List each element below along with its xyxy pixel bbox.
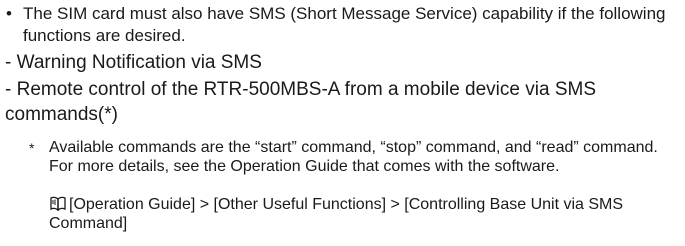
- sim-sms-requirement-text: The SIM card must also have SMS (Short M…: [23, 4, 666, 45]
- document-page: • The SIM card must also have SMS (Short…: [0, 0, 685, 246]
- function-remote-control: - Remote control of the RTR-500MBS-A fro…: [5, 79, 596, 100]
- function-warning-notification: - Warning Notification via SMS: [5, 52, 262, 73]
- bullet-marker: •: [6, 4, 12, 23]
- function-remote-control-continued: commands(*): [5, 104, 118, 125]
- footnote-marker: *: [29, 140, 35, 156]
- sim-sms-requirement: • The SIM card must also have SMS (Short…: [6, 3, 678, 47]
- manual-reference: [Operation Guide] > [Other Useful Functi…: [49, 195, 674, 233]
- footnote: * Available commands are the “start” com…: [29, 138, 674, 176]
- book-icon: [50, 196, 66, 211]
- manual-reference-text: [Operation Guide] > [Other Useful Functi…: [49, 196, 624, 232]
- footnote-text: Available commands are the “start” comma…: [49, 139, 658, 175]
